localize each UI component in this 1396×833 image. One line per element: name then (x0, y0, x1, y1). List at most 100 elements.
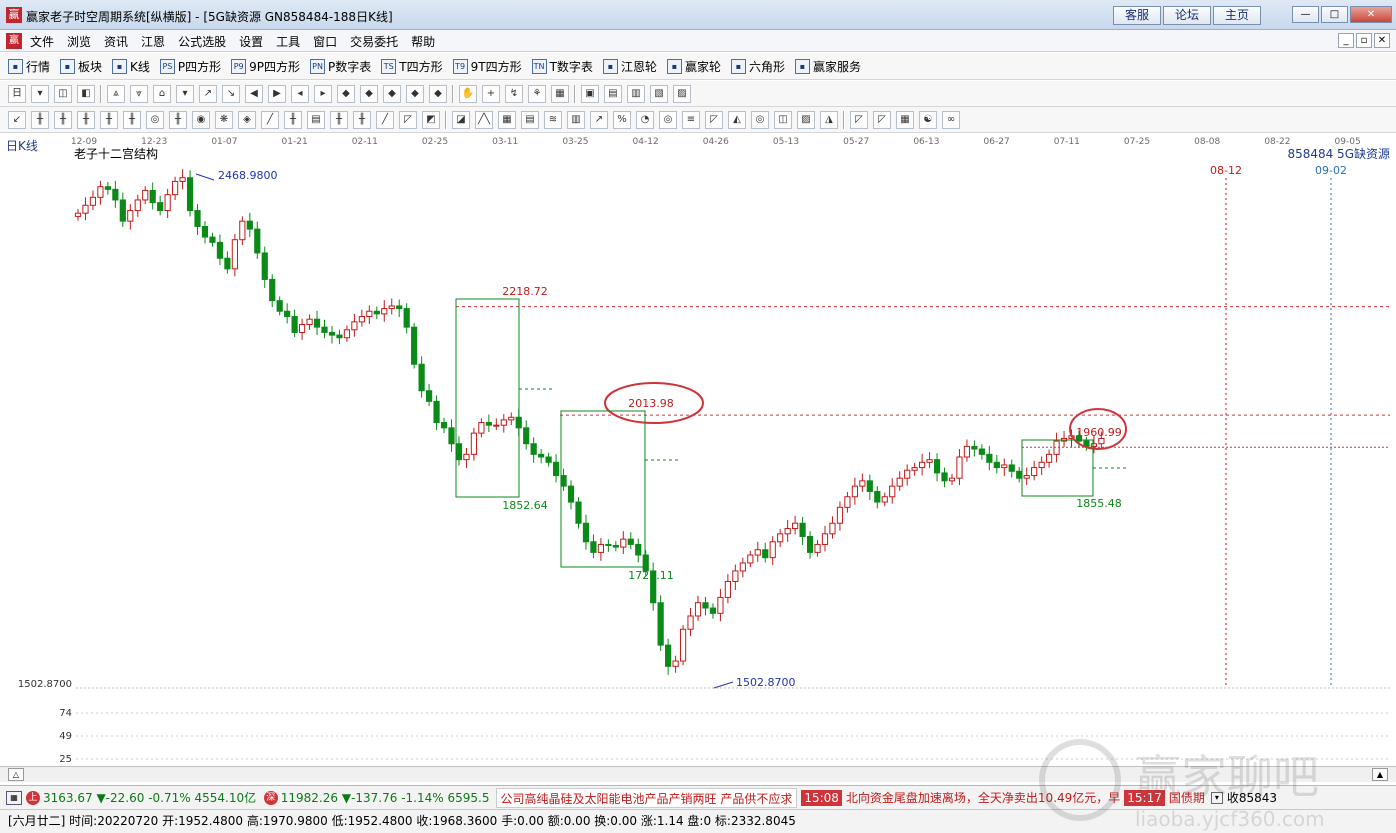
t3-tool-32-icon[interactable]: ◎ (751, 111, 769, 129)
candle[interactable] (216, 241, 224, 259)
candle[interactable] (605, 543, 612, 546)
t2-tool-3-icon[interactable]: ◧ (77, 85, 95, 103)
toolbar-ts-button[interactable]: TS T四方形 (381, 58, 443, 75)
candle[interactable] (777, 533, 784, 543)
candle[interactable] (978, 448, 985, 455)
t2-tool-5-icon[interactable]: ⩔ (130, 85, 148, 103)
t3-tool-11-icon[interactable]: ╱ (261, 111, 279, 129)
toolbar-hexagon-button[interactable]: ▪ 六角形 (730, 58, 785, 75)
t2-tool-19-icon[interactable]: ✋ (459, 85, 477, 103)
candle[interactable] (530, 443, 537, 455)
candle[interactable] (806, 535, 814, 553)
t3-tool-28-icon[interactable]: ◎ (659, 111, 677, 129)
candle[interactable] (231, 239, 238, 270)
t3-tool-5-icon[interactable]: ╫ (123, 111, 141, 129)
candle[interactable] (732, 570, 739, 583)
candle[interactable] (112, 188, 119, 201)
t2-tool-16-icon[interactable]: ◆ (383, 85, 401, 103)
toolbar-ps-button[interactable]: PS P四方形 (159, 58, 221, 75)
candle[interactable] (1031, 467, 1038, 477)
t3-tool-7-icon[interactable]: ╫ (169, 111, 187, 129)
candle[interactable] (612, 544, 619, 548)
candle[interactable] (881, 496, 888, 503)
candle[interactable] (814, 543, 821, 553)
t3-tool-26-icon[interactable]: % (613, 111, 631, 129)
candle[interactable] (366, 310, 373, 318)
candle[interactable] (119, 199, 126, 222)
candle[interactable] (1038, 461, 1045, 469)
t3-tool-21-icon[interactable]: ▦ (498, 111, 516, 129)
t3-tool-12-icon[interactable]: ╫ (284, 111, 302, 129)
candle[interactable] (560, 475, 567, 487)
menu-browse[interactable]: 浏览 (67, 33, 91, 50)
t2-tool-7-icon[interactable]: ▾ (176, 85, 194, 103)
candle[interactable] (829, 522, 836, 535)
t2-tool-26-icon[interactable]: ▥ (627, 85, 645, 103)
candle[interactable] (194, 210, 201, 227)
candle[interactable] (941, 472, 948, 482)
close-button[interactable]: ✕ (1350, 6, 1392, 23)
candle[interactable] (1090, 443, 1098, 447)
candle[interactable] (904, 469, 911, 479)
candle[interactable] (635, 543, 642, 556)
menu-formula[interactable]: 公式选股 (178, 33, 226, 50)
t3-tool-10-icon[interactable]: ◈ (238, 111, 256, 129)
candle[interactable] (89, 196, 97, 206)
candle[interactable] (545, 456, 552, 463)
candle[interactable] (627, 538, 634, 545)
candle[interactable] (1001, 464, 1008, 469)
t2-tool-15-icon[interactable]: ◆ (360, 85, 378, 103)
candle[interactable] (717, 596, 724, 614)
news-ticker-1[interactable]: 公司高纯晶硅及太阳能电池产品产销两旺 产品供不应求 (495, 787, 798, 808)
candle[interactable] (388, 305, 395, 310)
t2-tool-4-icon[interactable]: ⩓ (107, 85, 125, 103)
candle[interactable] (373, 310, 380, 315)
candle[interactable] (164, 194, 171, 212)
candle[interactable] (284, 310, 291, 318)
candle[interactable] (926, 459, 933, 463)
t3-tool-19-icon[interactable]: ◪ (452, 111, 470, 129)
toolbar-winner-wheel-button[interactable]: ▪ 赢家轮 (666, 58, 721, 75)
toolbar-gann-wheel-button[interactable]: ▪ 江恩轮 (602, 58, 657, 75)
t3-tool-14-icon[interactable]: ╫ (330, 111, 348, 129)
candle[interactable] (321, 326, 328, 333)
t2-tool-24-icon[interactable]: ▣ (581, 85, 599, 103)
candle[interactable] (127, 210, 134, 222)
candle[interactable] (538, 453, 545, 458)
candle[interactable] (911, 467, 918, 471)
kline-chart[interactable]: 日K线老子十二宫结构 858484 5G缺资源 12-09 12-23 01-07 01-… (0, 134, 1396, 766)
t2-tool-10-icon[interactable]: ◀ (245, 85, 263, 103)
candle[interactable] (313, 318, 321, 328)
t2-tool-9-icon[interactable]: ↘ (222, 85, 240, 103)
candle[interactable] (739, 562, 746, 572)
candle[interactable] (403, 308, 410, 328)
candle[interactable] (299, 323, 306, 333)
t2-tool-20-icon[interactable]: + (482, 85, 500, 103)
candle[interactable] (672, 660, 679, 667)
candle[interactable] (993, 461, 1000, 469)
candle[interactable] (246, 220, 253, 230)
t3-tool-30-icon[interactable]: ◸ (705, 111, 723, 129)
candle[interactable] (1046, 453, 1053, 463)
candle[interactable] (328, 331, 336, 336)
t3-tool-31-icon[interactable]: ◭ (728, 111, 746, 129)
candle[interactable] (582, 522, 590, 543)
candle[interactable] (956, 456, 963, 479)
candle[interactable] (821, 533, 829, 545)
scroll-left-icon[interactable]: △ (8, 768, 24, 781)
t2-tool-1-icon[interactable]: ▾ (31, 85, 49, 103)
candle[interactable] (836, 506, 844, 524)
t2-tool-25-icon[interactable]: ▤ (604, 85, 622, 103)
candle[interactable] (493, 424, 500, 427)
t3-tool-25-icon[interactable]: ↗ (590, 111, 608, 129)
candle[interactable] (134, 199, 141, 212)
candle[interactable] (157, 202, 164, 212)
t2-tool-22-icon[interactable]: ⚘ (528, 85, 546, 103)
candle[interactable] (919, 461, 926, 469)
t3-tool-35-icon[interactable]: ◮ (820, 111, 838, 129)
t3-tool-9-icon[interactable]: ❋ (215, 111, 233, 129)
t3-tool-18-icon[interactable]: ◩ (422, 111, 440, 129)
t3-tool-29-icon[interactable]: ≡ (682, 111, 700, 129)
candle[interactable] (933, 459, 941, 474)
t2-tool-2-icon[interactable]: ◫ (54, 85, 72, 103)
